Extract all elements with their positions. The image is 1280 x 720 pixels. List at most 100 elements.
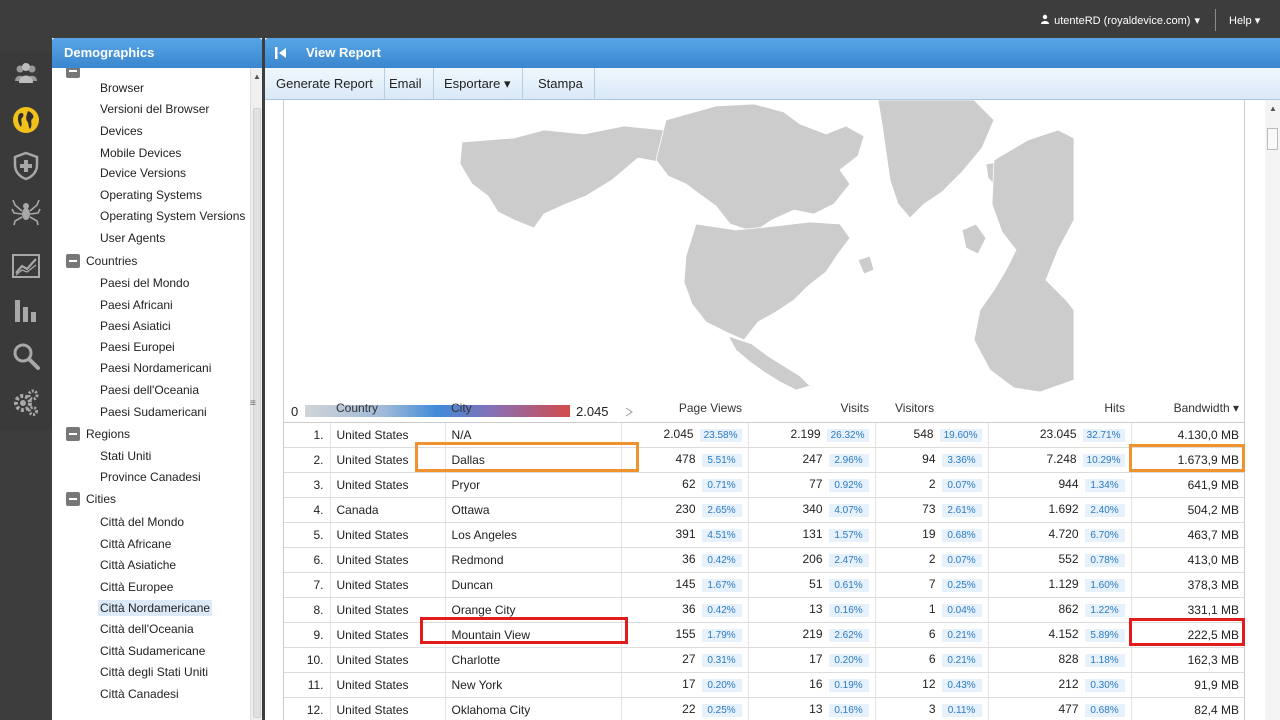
tree-item-citta-europee[interactable]: Città Europee — [98, 579, 175, 595]
tree-group-countries[interactable]: Countries — [66, 254, 137, 268]
search-icon[interactable] — [8, 338, 44, 374]
table-row[interactable]: 4. Canada Ottawa 230 2.65% 340 4.07% 73 2.61% 1.6… — [284, 497, 1245, 523]
collapse-icon[interactable] — [66, 427, 80, 441]
table-row[interactable]: 12. United States Oklahoma City 22 0.25% 13 0.… — [284, 697, 1245, 720]
col-hits[interactable]: Hits — [988, 394, 1131, 423]
report-content: 0 2.045 Country City Page Views Visits V… — [283, 100, 1245, 720]
col-bandwidth[interactable]: Bandwidth ▾ — [1131, 394, 1245, 423]
island-region — [857, 255, 875, 275]
email-button[interactable]: Email — [378, 68, 434, 99]
row-visitors-pct: 3.36% — [941, 454, 982, 467]
highlight-mountain-view-bandwidth — [1129, 618, 1245, 646]
tree-item-paesi-africani[interactable]: Paesi Africani — [98, 297, 175, 313]
shield-plus-icon[interactable] — [8, 148, 44, 184]
world-map[interactable] — [454, 100, 1074, 395]
tree-item-user-agents[interactable]: User Agents — [98, 230, 167, 246]
tree-item-devices[interactable]: Devices — [98, 123, 145, 139]
tree-group-regions[interactable]: Regions — [66, 427, 130, 441]
help-menu[interactable]: Help ▾ — [1229, 14, 1260, 27]
tree-item-stati-uniti[interactable]: Stati Uniti — [98, 448, 153, 464]
tree-item-citta-nordamericane[interactable]: Città Nordamericane — [98, 600, 213, 616]
scrollbar-thumb[interactable] — [253, 108, 261, 718]
content-scrollbar[interactable]: ▲ — [1265, 100, 1280, 720]
tree-item-paesi-mondo[interactable]: Paesi del Mondo — [98, 275, 191, 291]
row-visitors-pct: 0.11% — [941, 704, 982, 717]
tree-item-paesi-europei[interactable]: Paesi Europei — [98, 339, 177, 355]
table-row[interactable]: 7. United States Duncan 145 1.67% 51 0.61% 7 0.2… — [284, 572, 1245, 598]
table-row[interactable]: 5. United States Los Angeles 391 4.51% 131 1.5… — [284, 522, 1245, 548]
splitter-grip-icon[interactable]: ≡ — [250, 398, 256, 409]
col-visitors[interactable]: Visitors — [875, 394, 988, 423]
collapse-icon[interactable] — [66, 68, 80, 78]
row-hits-pct: 32.71% — [1082, 429, 1125, 442]
row-city: New York — [451, 677, 503, 692]
user-menu[interactable]: utenteRD (royaldevice.com) ▾ — [1040, 14, 1200, 27]
table-row[interactable]: 11. United States New York 17 0.20% 16 0.19% 12… — [284, 672, 1245, 698]
generate-report-button[interactable]: Generate Report — [265, 68, 385, 99]
row-visitors-pct: 19.60% — [939, 429, 982, 442]
gears-icon[interactable] — [8, 384, 44, 420]
scrollbar-thumb[interactable] — [1267, 128, 1278, 150]
tree-item-citta-stati-uniti[interactable]: Città degli Stati Uniti — [98, 664, 210, 680]
col-page-views[interactable]: Page Views — [621, 394, 748, 423]
tree-item-citta-oceania[interactable]: Città dell'Oceania — [98, 621, 196, 637]
group-label: Cities — [86, 492, 117, 506]
tree-item-os-versions[interactable]: Operating System Versions — [98, 208, 247, 224]
row-visits-pct: 26.32% — [826, 429, 869, 442]
row-page-views: 62 — [682, 477, 696, 491]
print-button[interactable]: Stampa — [527, 68, 595, 99]
row-page-views: 36 — [682, 552, 696, 566]
tree-item-citta-africane[interactable]: Città Africane — [98, 536, 173, 552]
table-row[interactable]: 3. United States Pryor 62 0.71% 77 0.92% 2 0.07%… — [284, 472, 1245, 498]
tree-group-browsers[interactable] — [66, 68, 80, 78]
scroll-up-icon[interactable]: ▲ — [253, 72, 261, 81]
export-button[interactable]: Esportare ▾ — [433, 68, 523, 99]
col-city[interactable]: City — [445, 394, 621, 423]
row-hits: 828 — [1058, 652, 1079, 666]
row-hits: 862 — [1058, 602, 1079, 616]
scroll-up-icon[interactable]: ▲ — [1269, 104, 1277, 113]
tree-item-paesi-sudamericani[interactable]: Paesi Sudamericani — [98, 404, 209, 420]
tree-item-paesi-asiatici[interactable]: Paesi Asiatici — [98, 318, 173, 334]
tree-item-operating-systems[interactable]: Operating Systems — [98, 187, 204, 203]
globe-icon[interactable] — [8, 102, 44, 138]
row-page-views-pct: 0.20% — [701, 679, 742, 692]
chart-line-icon[interactable] — [8, 248, 44, 284]
spider-icon[interactable] — [8, 194, 44, 230]
row-city: Duncan — [451, 577, 493, 592]
tree-item-paesi-oceania[interactable]: Paesi dell'Oceania — [98, 382, 201, 398]
col-country[interactable]: Country — [330, 394, 445, 423]
row-country: United States — [336, 627, 409, 642]
collapse-panel-icon[interactable] — [274, 46, 288, 60]
tree-item-citta-sudamericane[interactable]: Città Sudamericane — [98, 643, 207, 659]
row-visitors: 2 — [928, 477, 936, 491]
row-visits: 16 — [809, 677, 823, 691]
row-hits-pct: 2.40% — [1084, 504, 1125, 517]
tree-item-browser[interactable]: Browser — [98, 80, 146, 96]
row-city: Redmond — [451, 552, 504, 567]
table-row[interactable]: 6. United States Redmond 36 0.42% 206 2.47% 2 0.… — [284, 547, 1245, 573]
table-row[interactable]: 10. United States Charlotte 27 0.31% 17 0.20% 6… — [284, 647, 1245, 673]
bar-chart-icon[interactable] — [8, 292, 44, 328]
tree-item-device-versions[interactable]: Device Versions — [98, 165, 188, 181]
tree-item-province-canadesi[interactable]: Province Canadesi — [98, 469, 203, 485]
users-icon[interactable] — [8, 56, 44, 92]
tree-group-cities[interactable]: Cities — [66, 492, 116, 506]
tree-item-citta-asiatiche[interactable]: Città Asiatiche — [98, 557, 178, 573]
row-page-views-pct: 5.51% — [701, 454, 742, 467]
tree-item-mobile-devices[interactable]: Mobile Devices — [98, 145, 183, 161]
row-visitors-pct: 0.07% — [941, 479, 982, 492]
tree-item-browser-versions[interactable]: Versioni del Browser — [98, 101, 211, 117]
alaska-yukon-region — [459, 125, 685, 229]
tree-scrollbar[interactable]: ▲ — [250, 68, 262, 720]
tree-item-paesi-nordamericani[interactable]: Paesi Nordamericani — [98, 360, 213, 376]
tree-item-citta-canadesi[interactable]: Città Canadesi — [98, 686, 181, 702]
row-visitors: 6 — [928, 652, 936, 666]
collapse-icon[interactable] — [66, 492, 80, 506]
col-visits[interactable]: Visits — [748, 394, 875, 423]
collapse-icon[interactable] — [66, 254, 80, 268]
view-report-panel: View Report Generate Report Email Esport… — [265, 38, 1280, 720]
row-hits: 944 — [1058, 477, 1079, 491]
tree-item-citta-mondo[interactable]: Città del Mondo — [98, 514, 186, 530]
row-bandwidth: 413,0 MB — [1187, 552, 1239, 567]
